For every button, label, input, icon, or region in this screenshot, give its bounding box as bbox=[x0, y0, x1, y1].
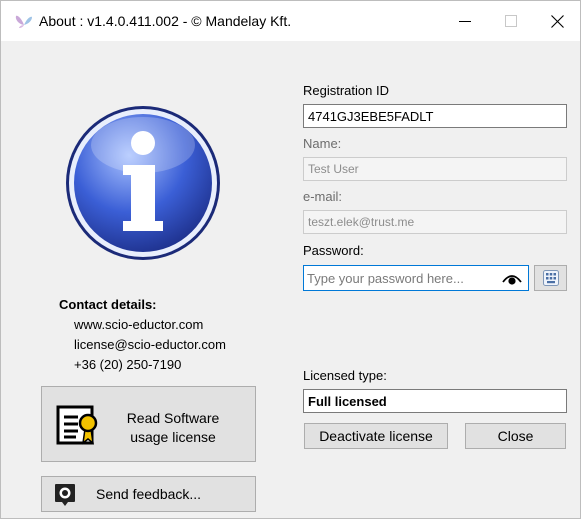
info-icon bbox=[63, 103, 223, 263]
on-screen-keyboard-button[interactable] bbox=[534, 265, 567, 291]
butterfly-logo-icon bbox=[15, 13, 33, 29]
send-feedback-label: Send feedback... bbox=[96, 486, 202, 502]
password-input[interactable] bbox=[307, 269, 487, 287]
minimize-icon bbox=[459, 21, 471, 22]
title-bar[interactable]: About : v1.4.0.411.002 - © Mandelay Kft. bbox=[1, 1, 580, 41]
name-field: Test User bbox=[303, 157, 567, 181]
on-screen-keyboard-icon bbox=[542, 270, 559, 286]
window-title: About : v1.4.0.411.002 - © Mandelay Kft. bbox=[39, 13, 292, 29]
read-license-label: Read Software usage license bbox=[126, 410, 220, 445]
close-icon bbox=[550, 14, 564, 28]
send-feedback-button[interactable]: Send feedback... bbox=[41, 476, 256, 512]
email-field: teszt.elek@trust.me bbox=[303, 210, 567, 234]
email-text: license@scio-eductor.com bbox=[74, 337, 226, 352]
email-label: e-mail: bbox=[303, 189, 343, 204]
feedback-chat-icon bbox=[54, 483, 76, 507]
close-window-button[interactable] bbox=[534, 1, 580, 41]
licensed-type-field: Full licensed bbox=[303, 389, 567, 413]
licensed-type-label: Licensed type: bbox=[303, 368, 387, 383]
phone-text: +36 (20) 250-7190 bbox=[74, 357, 182, 372]
license-certificate-icon bbox=[56, 403, 102, 447]
password-field bbox=[303, 265, 529, 291]
deactivate-license-button[interactable]: Deactivate license bbox=[304, 423, 448, 449]
close-button[interactable]: Close bbox=[465, 423, 566, 449]
minimize-button[interactable] bbox=[442, 1, 488, 41]
maximize-icon bbox=[505, 15, 517, 27]
name-label: Name: bbox=[303, 136, 342, 151]
contact-details-label: Contact details: bbox=[59, 297, 157, 312]
about-window: About : v1.4.0.411.002 - © Mandelay Kft. bbox=[0, 0, 581, 519]
maximize-button[interactable] bbox=[488, 1, 534, 41]
password-label: Password: bbox=[303, 243, 364, 258]
read-license-button[interactable]: Read Software usage license bbox=[41, 386, 256, 462]
registration-id-field[interactable]: 4741GJ3EBE5FADLT bbox=[303, 104, 567, 128]
eye-icon[interactable] bbox=[502, 272, 522, 286]
registration-id-label: Registration ID bbox=[303, 83, 389, 98]
website-text: www.scio-eductor.com bbox=[74, 317, 204, 332]
